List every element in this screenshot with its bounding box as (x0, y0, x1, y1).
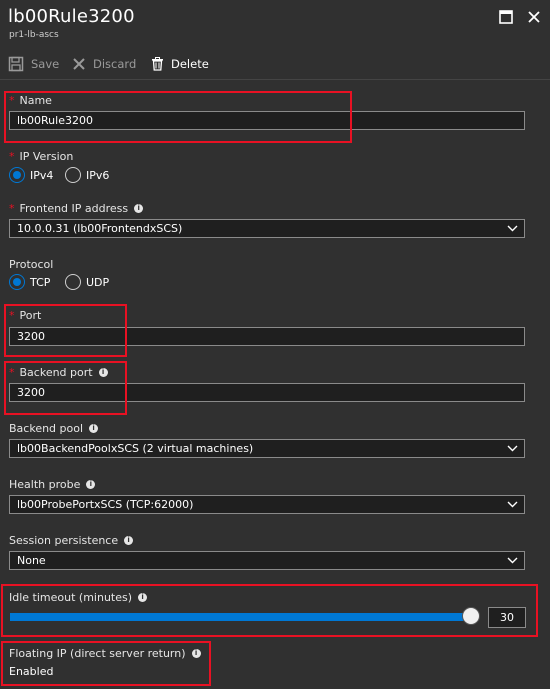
chevron-down-icon (507, 557, 518, 564)
chevron-down-icon (507, 445, 518, 452)
info-icon[interactable]: i (124, 536, 134, 545)
highlight-box-backend-port (4, 361, 127, 415)
maximize-icon[interactable] (499, 9, 513, 24)
save-label: Save (31, 57, 60, 71)
discard-button[interactable]: Discard (72, 56, 136, 72)
chevron-down-icon (507, 225, 518, 232)
highlight-box-port (4, 304, 127, 357)
page-subtitle: pr1-lb-ascs (9, 30, 59, 40)
discard-icon (73, 58, 85, 70)
radio-unselected-icon (65, 274, 81, 290)
radio-udp[interactable]: UDP (65, 274, 109, 290)
health-probe-label: Health probe i (9, 478, 96, 491)
backend-pool-select[interactable]: lb00BackendPoolxSCS (2 virtual machines) (9, 439, 525, 458)
save-button[interactable]: Save (8, 56, 59, 72)
radio-ipv4[interactable]: IPv4 (9, 167, 53, 183)
session-persistence-label: Session persistence i (9, 534, 134, 547)
delete-button[interactable]: Delete (151, 56, 209, 72)
trash-icon (152, 57, 163, 71)
radio-ipv6[interactable]: IPv6 (65, 167, 109, 183)
frontend-ip-select[interactable]: 10.0.0.31 (lb00FrontendxSCS) (9, 219, 525, 238)
save-icon (8, 56, 24, 72)
frontend-ip-label: * Frontend IP address i (9, 202, 144, 215)
required-marker: * (9, 202, 15, 215)
page-title: lb00Rule3200 (8, 6, 135, 27)
toolbar-divider (0, 79, 550, 80)
backend-pool-label: Backend pool i (9, 422, 99, 435)
info-icon[interactable]: i (134, 204, 144, 213)
discard-label: Discard (93, 57, 137, 71)
session-persistence-select[interactable]: None (9, 551, 525, 570)
radio-tcp[interactable]: TCP (9, 274, 50, 290)
required-marker: * (9, 150, 15, 163)
health-probe-select[interactable]: lb00ProbePortxSCS (TCP:62000) (9, 495, 525, 514)
delete-label: Delete (171, 57, 209, 71)
chevron-down-icon (507, 501, 518, 508)
ip-version-label: * IP Version (9, 150, 74, 163)
radio-unselected-icon (65, 167, 81, 183)
radio-selected-icon (9, 167, 25, 183)
radio-selected-icon (9, 274, 25, 290)
info-icon[interactable]: i (86, 480, 96, 489)
close-icon[interactable] (527, 9, 541, 23)
highlight-box-name (4, 91, 352, 143)
highlight-box-idle-timeout (1, 584, 538, 637)
protocol-label: Protocol (9, 258, 54, 271)
info-icon[interactable]: i (89, 424, 99, 433)
highlight-box-floating-ip (1, 641, 211, 686)
